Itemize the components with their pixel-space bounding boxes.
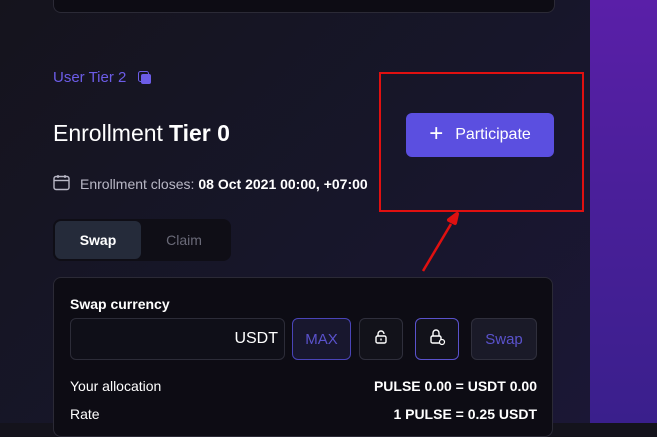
- annotation-arrow: [421, 212, 459, 272]
